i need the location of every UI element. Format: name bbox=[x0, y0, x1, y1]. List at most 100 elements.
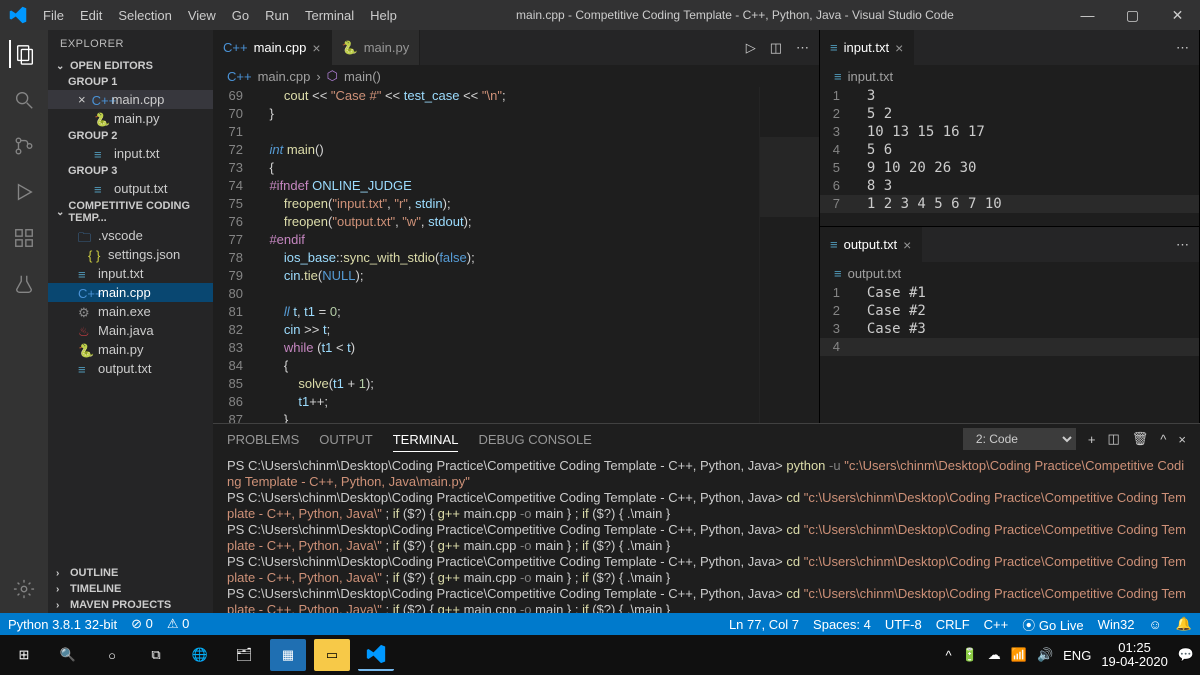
menu-selection[interactable]: Selection bbox=[110, 8, 179, 23]
chrome-icon[interactable]: 🌐 bbox=[182, 639, 218, 671]
tray-battery-icon[interactable]: 🔋 bbox=[962, 647, 978, 663]
minimize-icon[interactable]: — bbox=[1065, 7, 1110, 24]
status-spaces[interactable]: Spaces: 4 bbox=[813, 617, 871, 632]
panel-tab-debug[interactable]: DEBUG CONSOLE bbox=[478, 432, 591, 447]
breadcrumb[interactable]: C++ main.cpp › ⬡ main() bbox=[213, 65, 819, 87]
vscode-taskbar-icon[interactable] bbox=[358, 639, 394, 671]
menu-view[interactable]: View bbox=[180, 8, 224, 23]
split-icon[interactable]: ◫ bbox=[770, 40, 782, 56]
status-encoding[interactable]: UTF-8 bbox=[885, 617, 922, 632]
text-icon: ≡ bbox=[834, 266, 842, 281]
tab-inputtxt[interactable]: ≡input.txt× bbox=[820, 30, 914, 65]
run-debug-icon[interactable] bbox=[10, 178, 38, 206]
explorer-icon[interactable] bbox=[9, 40, 37, 68]
project-section[interactable]: COMPETITIVE CODING TEMP... bbox=[48, 198, 213, 226]
testing-icon[interactable] bbox=[10, 270, 38, 298]
file-maincpp[interactable]: C++main.cpp bbox=[48, 283, 213, 302]
tray-language[interactable]: ENG bbox=[1063, 648, 1091, 663]
group-3-header: GROUP 3 bbox=[48, 163, 213, 179]
tray-date[interactable]: 19-04-2020 bbox=[1101, 655, 1168, 669]
file-mainpy[interactable]: 🐍main.py bbox=[48, 340, 213, 359]
close-icon[interactable]: × bbox=[78, 92, 86, 107]
bell-icon[interactable]: 🔔 bbox=[1176, 616, 1192, 632]
tray-onedrive-icon[interactable]: ☁ bbox=[988, 647, 1001, 663]
minimap-thumb[interactable] bbox=[760, 137, 819, 217]
menu-file[interactable]: File bbox=[35, 8, 72, 23]
start-icon[interactable]: ⊞ bbox=[6, 639, 42, 671]
file-explorer-icon[interactable]: 🗂 bbox=[226, 639, 262, 671]
more-icon[interactable]: ⋯ bbox=[796, 40, 809, 56]
status-python[interactable]: Python 3.8.1 32-bit bbox=[8, 617, 117, 632]
maven-section[interactable]: MAVEN PROJECTS bbox=[48, 597, 213, 613]
panel-tab-terminal[interactable]: TERMINAL bbox=[393, 432, 459, 452]
close-icon[interactable]: × bbox=[895, 40, 903, 56]
run-icon[interactable]: ▷ bbox=[746, 40, 756, 56]
status-lncol[interactable]: Ln 77, Col 7 bbox=[729, 617, 799, 632]
terminal-select[interactable]: 2: Code bbox=[963, 428, 1076, 450]
menu-go[interactable]: Go bbox=[224, 8, 257, 23]
split-terminal-icon[interactable]: ◫ bbox=[1107, 431, 1119, 447]
taskview-icon[interactable]: ⧉ bbox=[138, 639, 174, 671]
new-terminal-icon[interactable]: + bbox=[1088, 432, 1096, 447]
timeline-section[interactable]: TIMELINE bbox=[48, 581, 213, 597]
output-editor[interactable]: 1 Case #12 Case #23 Case #34 bbox=[820, 284, 1199, 423]
settings-gear-icon[interactable] bbox=[10, 575, 38, 603]
close-icon[interactable]: × bbox=[312, 40, 320, 56]
kill-terminal-icon[interactable]: 🗑 bbox=[1132, 431, 1149, 447]
more-icon[interactable]: ⋯ bbox=[1176, 40, 1189, 56]
input-editor[interactable]: 1 32 5 23 10 13 15 16 174 5 65 9 10 20 2… bbox=[820, 87, 1199, 226]
open-editor-mainpy[interactable]: 🐍main.py bbox=[48, 109, 213, 128]
feedback-icon[interactable]: ☺ bbox=[1149, 617, 1162, 632]
app-icon[interactable]: ▦ bbox=[270, 639, 306, 671]
tab-outputtxt[interactable]: ≡output.txt× bbox=[820, 227, 922, 262]
search-icon[interactable] bbox=[10, 86, 38, 114]
file-inputtxt[interactable]: ≡input.txt bbox=[48, 264, 213, 283]
menu-terminal[interactable]: Terminal bbox=[297, 8, 362, 23]
minimap[interactable] bbox=[759, 87, 819, 423]
tray-wifi-icon[interactable]: 📶 bbox=[1011, 647, 1027, 663]
folder-vscode[interactable]: 🗀.vscode bbox=[48, 226, 213, 245]
tray-time[interactable]: 01:25 bbox=[1101, 641, 1168, 655]
open-editors-section[interactable]: OPEN EDITORS bbox=[48, 58, 213, 74]
close-icon[interactable]: ✕ bbox=[1155, 7, 1200, 24]
terminal[interactable]: PS C:\Users\chinm\Desktop\Coding Practic… bbox=[213, 454, 1200, 613]
close-panel-icon[interactable]: × bbox=[1178, 432, 1186, 447]
status-golive[interactable]: ⦿ Go Live bbox=[1022, 615, 1083, 634]
open-editor-inputtxt[interactable]: ≡input.txt bbox=[48, 144, 213, 163]
status-warnings[interactable]: ⚠ 0 bbox=[167, 616, 190, 632]
sticky-notes-icon[interactable]: ▭ bbox=[314, 639, 350, 671]
cortana-icon[interactable]: ○ bbox=[94, 639, 130, 671]
maximize-icon[interactable]: ▢ bbox=[1110, 7, 1155, 24]
tab-mainpy[interactable]: 🐍main.py bbox=[332, 30, 421, 65]
extensions-icon[interactable] bbox=[10, 224, 38, 252]
menu-edit[interactable]: Edit bbox=[72, 8, 110, 23]
json-icon: { } bbox=[88, 248, 102, 262]
status-errors[interactable]: ⊘ 0 bbox=[131, 616, 153, 632]
outline-section[interactable]: OUTLINE bbox=[48, 565, 213, 581]
panel-tab-output[interactable]: OUTPUT bbox=[319, 432, 372, 447]
menu-help[interactable]: Help bbox=[362, 8, 405, 23]
file-mainjava[interactable]: ♨Main.java bbox=[48, 321, 213, 340]
code-editor[interactable]: 6970717273747576777879808182838485868788… bbox=[213, 87, 819, 423]
open-editor-maincpp[interactable]: ×C++main.cpp bbox=[48, 90, 213, 109]
menu-run[interactable]: Run bbox=[257, 8, 297, 23]
tray-notifications-icon[interactable]: 💬 bbox=[1178, 647, 1194, 663]
group-1-header: GROUP 1 bbox=[48, 74, 213, 90]
file-settingsjson[interactable]: { }settings.json bbox=[48, 245, 213, 264]
status-language[interactable]: C++ bbox=[984, 617, 1009, 632]
taskbar-search-icon[interactable]: 🔍 bbox=[50, 639, 86, 671]
tab-maincpp[interactable]: C++main.cpp× bbox=[213, 30, 332, 65]
file-mainexe[interactable]: ⚙main.exe bbox=[48, 302, 213, 321]
tray-chevron-icon[interactable]: ^ bbox=[945, 648, 951, 663]
source-control-icon[interactable] bbox=[10, 132, 38, 160]
maximize-panel-icon[interactable]: ^ bbox=[1160, 432, 1166, 447]
file-outputtxt[interactable]: ≡output.txt bbox=[48, 359, 213, 378]
status-win32[interactable]: Win32 bbox=[1098, 617, 1135, 632]
more-icon[interactable]: ⋯ bbox=[1176, 237, 1189, 253]
tray-volume-icon[interactable]: 🔊 bbox=[1037, 647, 1053, 663]
bottom-panel: PROBLEMS OUTPUT TERMINAL DEBUG CONSOLE 2… bbox=[213, 423, 1200, 613]
close-icon[interactable]: × bbox=[903, 237, 911, 253]
status-eol[interactable]: CRLF bbox=[936, 617, 970, 632]
panel-tab-problems[interactable]: PROBLEMS bbox=[227, 432, 299, 447]
open-editor-outputtxt[interactable]: ≡output.txt bbox=[48, 179, 213, 198]
